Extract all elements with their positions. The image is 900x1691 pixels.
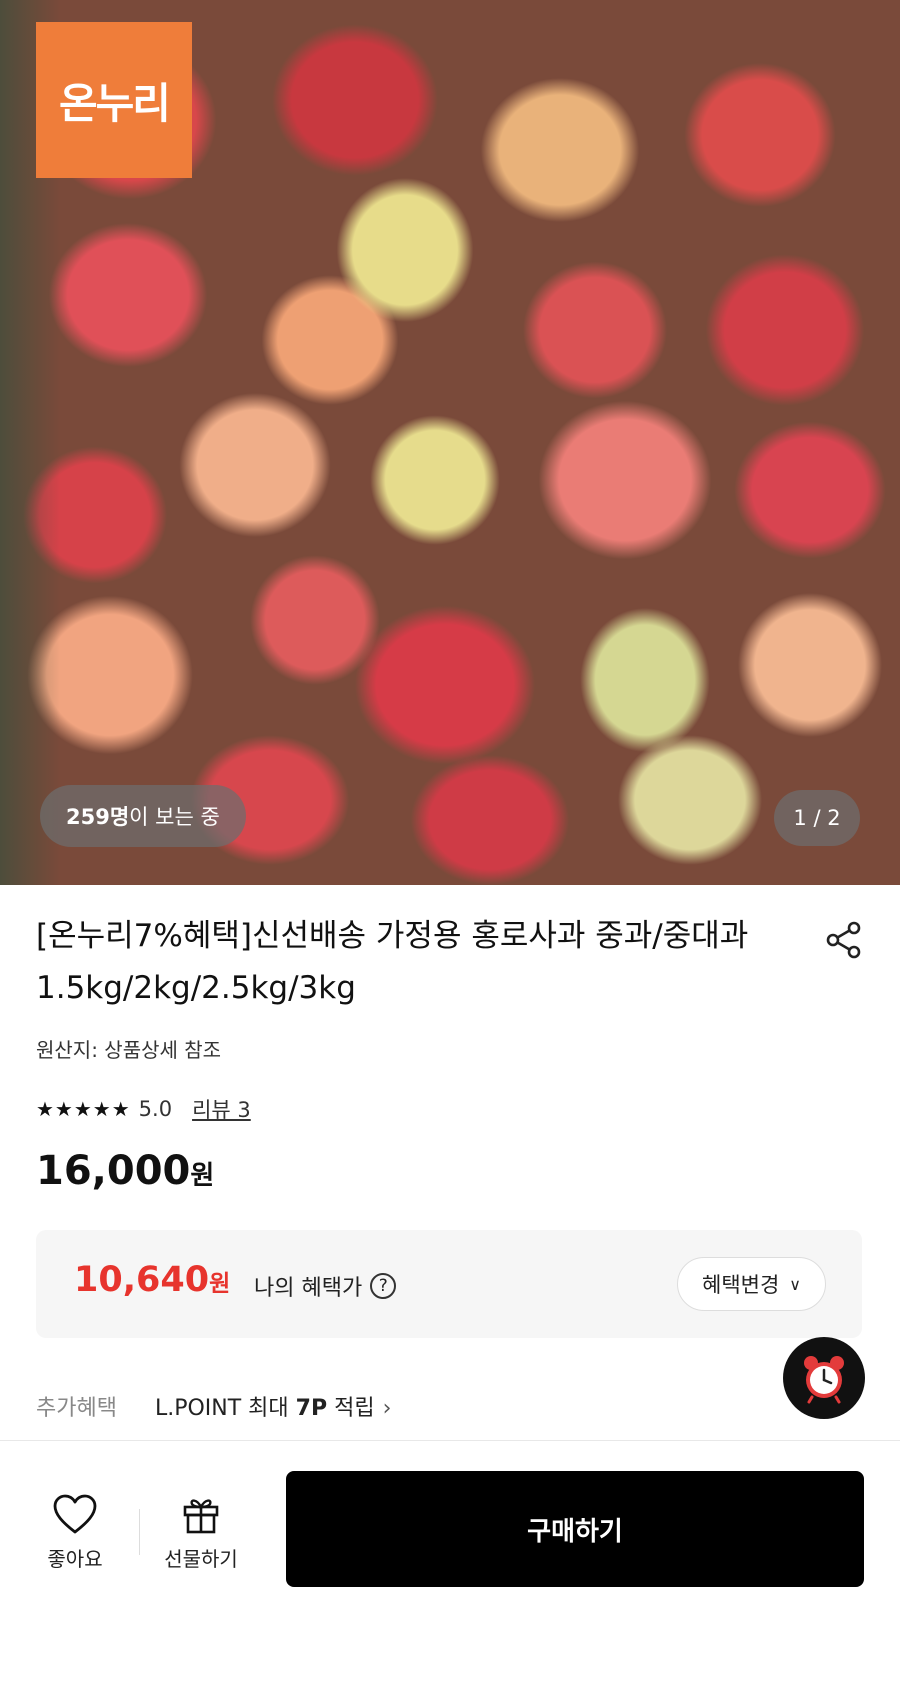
- price-value: 16,000: [36, 1148, 191, 1194]
- benefit-box: 10,640원 나의 혜택가 ? 혜택변경 ∨: [36, 1230, 862, 1338]
- chevron-right-icon: ›: [382, 1396, 392, 1421]
- gift-button[interactable]: 선물하기: [146, 1493, 256, 1572]
- share-icon: [826, 921, 861, 959]
- price-unit: 원: [190, 1161, 215, 1191]
- alarm-button[interactable]: [783, 1337, 865, 1419]
- alarm-clock-icon: [804, 1356, 844, 1404]
- product-title: [온누리7%혜택]신선배송 가정용 홍로사과 중과/중대과 1.5kg/2kg/…: [36, 918, 749, 1006]
- benefit-change-button[interactable]: 혜택변경 ∨: [677, 1257, 826, 1311]
- benefit-price: 10,640원: [74, 1260, 230, 1300]
- bottom-action-bar: 좋아요 선물하기 구매하기: [0, 1440, 900, 1691]
- viewers-pill: 259명 이 보는 중: [40, 785, 246, 847]
- like-button[interactable]: 좋아요: [20, 1493, 130, 1572]
- benefit-change-label: 혜택변경: [702, 1273, 780, 1297]
- original-price: 16,000원: [36, 1148, 214, 1194]
- lpoint-points: 7P: [295, 1396, 328, 1421]
- rating-score: 5.0: [138, 1097, 173, 1121]
- lpoint-prefix: L.POINT 최대: [154, 1396, 296, 1421]
- rating-row: ★★★★★ 5.0 리뷰 3: [36, 1094, 251, 1124]
- viewers-suffix: 이 보는 중: [129, 805, 220, 829]
- onnuri-badge-text: 온누리: [59, 78, 171, 128]
- extra-benefit-row: 추가혜택 L.POINT 최대 7P 적립 ›: [36, 1390, 391, 1422]
- help-icon[interactable]: ?: [370, 1273, 397, 1299]
- buy-button[interactable]: 구매하기: [286, 1471, 864, 1587]
- bar-divider: [139, 1509, 140, 1555]
- gift-icon: [183, 1499, 219, 1534]
- extra-benefit-label: 추가혜택: [36, 1396, 117, 1421]
- share-button[interactable]: [822, 918, 866, 962]
- onnuri-badge: 온누리: [36, 22, 192, 178]
- title-row: [온누리7%혜택]신선배송 가정용 홍로사과 중과/중대과 1.5kg/2kg/…: [36, 910, 866, 1014]
- benefit-price-unit: 원: [209, 1271, 231, 1297]
- review-link[interactable]: 리뷰 3: [192, 1094, 251, 1124]
- chevron-down-icon: ∨: [789, 1274, 801, 1294]
- rating-stars: ★★★★★: [36, 1097, 131, 1121]
- benefit-label-text: 나의 혜택가: [254, 1276, 363, 1301]
- origin-info: 원산지: 상품상세 참조: [36, 1038, 222, 1062]
- image-page-counter: 1 / 2: [774, 790, 860, 846]
- heart-icon: [53, 1494, 97, 1534]
- lpoint-suffix: 적립: [327, 1396, 375, 1421]
- benefit-price-value: 10,640: [74, 1260, 210, 1300]
- gift-label: 선물하기: [164, 1547, 238, 1571]
- product-image[interactable]: 온누리 259명 이 보는 중 1 / 2: [0, 0, 900, 885]
- like-label: 좋아요: [47, 1547, 103, 1571]
- viewers-count: 259명: [66, 805, 130, 829]
- lpoint-benefit-link[interactable]: L.POINT 최대 7P 적립 ›: [155, 1390, 391, 1422]
- benefit-label: 나의 혜택가 ?: [254, 1270, 397, 1302]
